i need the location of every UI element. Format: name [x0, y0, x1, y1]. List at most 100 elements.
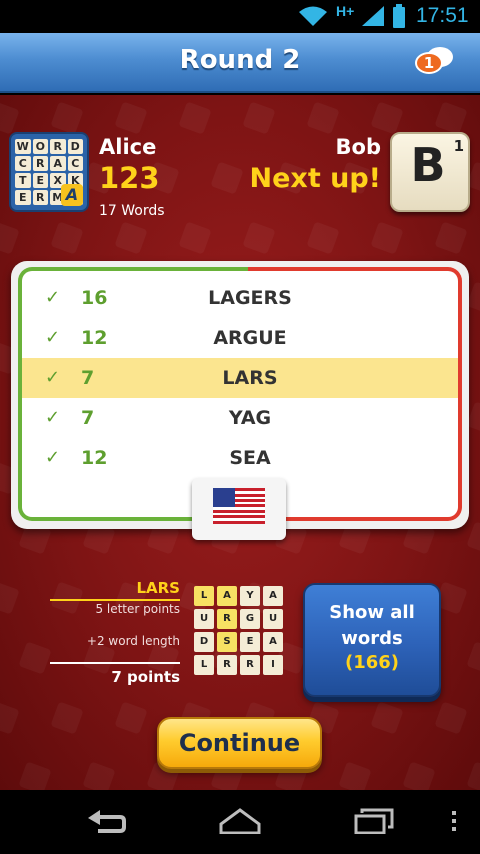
board-tile: U — [263, 609, 283, 629]
logo-tile: R — [32, 190, 48, 205]
pattern-tile — [178, 221, 212, 255]
word-row[interactable]: ✓ 7 LARS — [22, 358, 458, 398]
word-row[interactable]: ✓ 12 ARGUE — [22, 318, 458, 358]
pattern-tile — [306, 101, 340, 135]
chat-button[interactable]: 1 — [413, 47, 455, 79]
show-all-label-line2: words — [341, 628, 403, 649]
logo-tile: W — [15, 139, 31, 154]
board-tile: E — [240, 632, 260, 652]
continue-label: Continue — [178, 729, 301, 757]
signal-icon — [362, 6, 384, 26]
system-nav-bar — [0, 790, 480, 854]
word-text: ARGUE — [213, 327, 287, 349]
player-word-count-left: 17 Words — [99, 203, 165, 219]
pattern-tile — [178, 101, 212, 135]
continue-button[interactable]: Continue — [157, 717, 322, 769]
pattern-tile — [50, 701, 84, 735]
pattern-tile — [82, 761, 116, 790]
pattern-tile — [338, 761, 372, 790]
player-name-left: Alice — [99, 135, 157, 159]
board-tile: G — [240, 609, 260, 629]
pattern-tile — [114, 101, 148, 135]
clock: 17:51 — [416, 4, 469, 27]
logo-tile: R — [32, 156, 48, 171]
board-tile: Y — [240, 586, 260, 606]
pattern-tile — [18, 761, 52, 790]
logo-tile: O — [32, 139, 48, 154]
overflow-menu-icon[interactable] — [450, 808, 458, 834]
pattern-tile — [0, 701, 20, 735]
pattern-tile — [434, 101, 468, 135]
board-tile: D — [194, 632, 214, 652]
logo-tile: A — [50, 156, 66, 171]
pattern-tile — [50, 221, 84, 255]
logo-tile: E — [15, 190, 31, 205]
network-type-label: H+ — [336, 3, 355, 19]
pattern-tile — [466, 641, 480, 675]
pattern-tile — [210, 161, 244, 195]
board-tile: A — [263, 632, 283, 652]
pattern-tile — [114, 701, 148, 735]
logo-tile: D — [67, 139, 83, 154]
show-all-label-line1: Show all — [329, 602, 415, 623]
total-points-text: 7 points — [111, 668, 180, 686]
pattern-tile — [466, 521, 480, 555]
board-tile: R — [240, 655, 260, 675]
word-row[interactable]: ✓ 16 LAGERS — [22, 278, 458, 318]
length-bonus-text: +2 word length — [86, 634, 180, 648]
wordcrack-logo-icon: A — [61, 184, 83, 206]
pattern-tile — [434, 221, 468, 255]
app-header: Round 2 1 — [0, 33, 480, 93]
logo-tile: C — [15, 156, 31, 171]
word-row[interactable]: ✓ 7 YAG — [22, 398, 458, 438]
logo-tile: R — [50, 139, 66, 154]
chat-badge-count: 1 — [423, 54, 435, 72]
letter-points-text: 5 letter points — [95, 602, 180, 616]
pattern-tile — [0, 221, 20, 255]
board-tile: A — [263, 586, 283, 606]
board-tile: U — [194, 609, 214, 629]
pattern-tile — [50, 581, 84, 615]
pattern-tile — [434, 701, 468, 735]
pattern-tile — [242, 101, 276, 135]
board-tile: L — [194, 586, 214, 606]
board-tile: S — [217, 632, 237, 652]
battery-icon — [393, 4, 405, 28]
player-avatar-bob: B 1 — [390, 132, 470, 212]
logo-tile: T — [15, 173, 31, 188]
board-preview: LAYAURGUDSEALRRI — [194, 586, 288, 678]
pattern-tile — [18, 641, 52, 675]
dictionary-language-button[interactable] — [192, 478, 286, 540]
player-name-right: Bob — [335, 135, 381, 159]
pattern-tile — [370, 221, 404, 255]
logo-tile: E — [32, 173, 48, 188]
show-all-words-button[interactable]: Show all words (166) — [303, 583, 441, 697]
recent-apps-icon[interactable] — [354, 808, 394, 834]
selected-word: LARS — [136, 579, 180, 597]
logo-tile: C — [67, 156, 83, 171]
status-bar: H+ 17:51 — [0, 0, 480, 33]
pattern-tile — [370, 701, 404, 735]
word-text: YAG — [228, 407, 272, 429]
pattern-tile — [306, 221, 340, 255]
player-score-left: 123 — [99, 161, 160, 195]
main-area: WORDCRACTEXKERMA A Alice 123 17 Words Bo… — [0, 95, 480, 790]
word-text: LAGERS — [208, 287, 292, 309]
board-tile: I — [263, 655, 283, 675]
avatar-letter-points: 1 — [453, 137, 464, 155]
us-flag-icon — [213, 488, 265, 524]
wifi-icon — [299, 6, 327, 26]
pattern-tile — [242, 221, 276, 255]
word-row[interactable]: ✓ 12 SEA — [22, 438, 458, 478]
word-text: SEA — [229, 447, 271, 469]
pattern-tile — [50, 101, 84, 135]
home-icon[interactable] — [219, 808, 261, 834]
pattern-tile — [0, 581, 20, 615]
word-text: LARS — [222, 367, 278, 389]
pattern-tile — [0, 101, 20, 135]
page-title: Round 2 — [179, 45, 301, 75]
board-tile: R — [217, 609, 237, 629]
back-icon[interactable] — [86, 808, 128, 834]
pattern-tile — [466, 761, 480, 790]
total-word-count: (166) — [344, 652, 400, 673]
